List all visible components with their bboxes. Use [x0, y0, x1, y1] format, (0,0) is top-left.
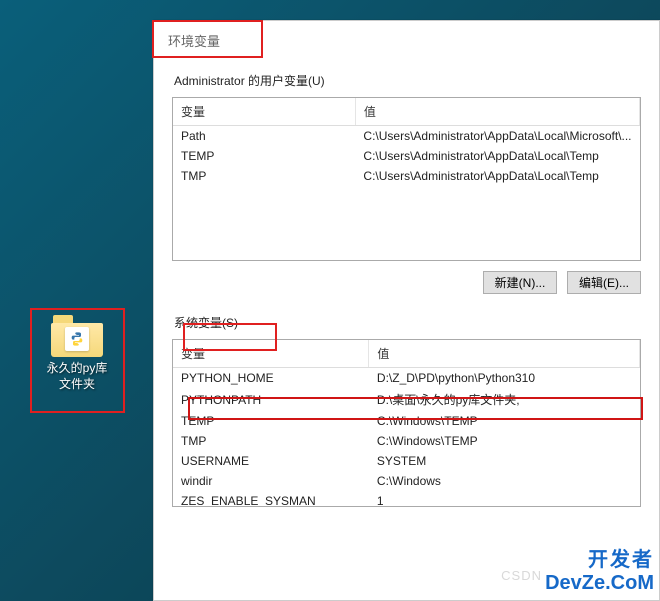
var-name: TEMP: [173, 411, 369, 431]
var-value: D:\桌面\永久的py库文件夹;: [369, 388, 640, 411]
var-value: C:\Users\Administrator\AppData\Local\Tem…: [355, 166, 639, 186]
table-row[interactable]: PathC:\Users\Administrator\AppData\Local…: [173, 126, 640, 147]
var-value: C:\Windows: [369, 471, 640, 491]
table-row[interactable]: PYTHONPATHD:\桌面\永久的py库文件夹;: [173, 388, 640, 411]
table-row[interactable]: TEMPC:\Users\Administrator\AppData\Local…: [173, 146, 640, 166]
var-name: PYTHON_HOME: [173, 368, 369, 389]
var-name: windir: [173, 471, 369, 491]
desktop-folder[interactable]: 永久的py库文件夹: [38, 315, 116, 392]
sys-vars-table[interactable]: 变量 值 PYTHON_HOMED:\Z_D\PD\python\Python3…: [172, 339, 641, 507]
col-variable[interactable]: 变量: [173, 340, 369, 368]
var-value: SYSTEM: [369, 451, 640, 471]
var-value: C:\Users\Administrator\AppData\Local\Tem…: [355, 146, 639, 166]
user-vars-table[interactable]: 变量 值 PathC:\Users\Administrator\AppData\…: [172, 97, 641, 261]
user-vars-label: Administrator 的用户变量(U): [172, 68, 327, 93]
dialog-title: 环境变量: [154, 21, 659, 62]
user-buttons-row: 新建(N)... 编辑(E)...: [172, 261, 641, 310]
env-var-dialog: 环境变量 Administrator 的用户变量(U) 变量 值 PathC:\…: [153, 20, 660, 601]
table-row[interactable]: TEMPC:\Windows\TEMP: [173, 411, 640, 431]
var-value: C:\Windows\TEMP: [369, 431, 640, 451]
var-name: TMP: [173, 431, 369, 451]
table-row[interactable]: TMPC:\Windows\TEMP: [173, 431, 640, 451]
col-value[interactable]: 值: [355, 98, 639, 126]
user-new-button[interactable]: 新建(N)...: [483, 271, 557, 294]
var-value: 1: [369, 491, 640, 507]
table-row[interactable]: windirC:\Windows: [173, 471, 640, 491]
desktop-folder-label: 永久的py库文件夹: [38, 361, 116, 392]
table-row[interactable]: USERNAMESYSTEM: [173, 451, 640, 471]
table-row[interactable]: TMPC:\Users\Administrator\AppData\Local\…: [173, 166, 640, 186]
col-value[interactable]: 值: [369, 340, 640, 368]
var-value: C:\Windows\TEMP: [369, 411, 640, 431]
sys-vars-label: 系统变量(S): [172, 310, 240, 335]
folder-icon: [51, 315, 103, 357]
var-name: TMP: [173, 166, 355, 186]
var-name: TEMP: [173, 146, 355, 166]
var-name: Path: [173, 126, 355, 147]
table-row[interactable]: PYTHON_HOMED:\Z_D\PD\python\Python310: [173, 368, 640, 389]
table-row[interactable]: ZES_ENABLE_SYSMAN1: [173, 491, 640, 507]
var-name: PYTHONPATH: [173, 388, 369, 411]
var-name: ZES_ENABLE_SYSMAN: [173, 491, 369, 507]
user-edit-button[interactable]: 编辑(E)...: [567, 271, 641, 294]
var-value: D:\Z_D\PD\python\Python310: [369, 368, 640, 389]
col-variable[interactable]: 变量: [173, 98, 355, 126]
var-name: USERNAME: [173, 451, 369, 471]
var-value: C:\Users\Administrator\AppData\Local\Mic…: [355, 126, 639, 147]
